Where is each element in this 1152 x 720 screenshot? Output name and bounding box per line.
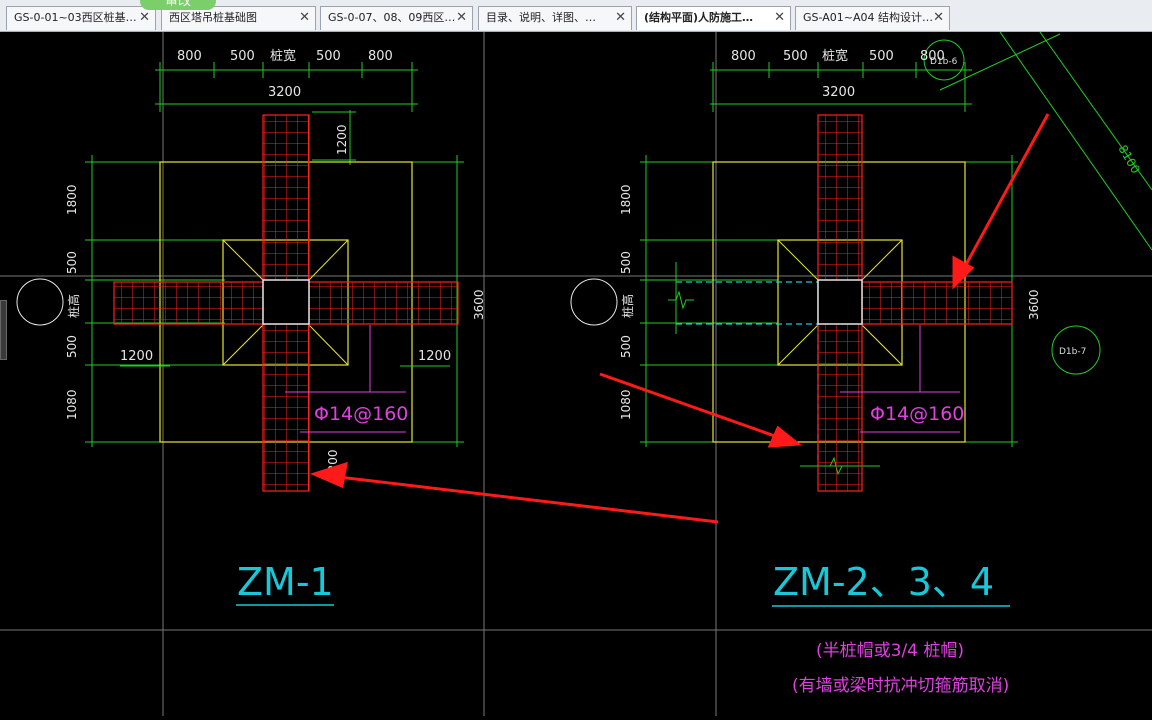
dim-total-height: 3600 [472,289,486,320]
detail-zm1: 800 500 桩宽 500 800 3200 1200 1800 500 桩高… [16,48,486,606]
dim-left-1: 1800 [619,184,633,215]
tab-label: (结构平面)人防施工… [644,11,754,24]
axis-tag-d1b7: D1b-7 [1059,347,1086,357]
dim-top-5: 800 [368,49,393,64]
dim-top-ext: 1200 [335,124,349,155]
dim-top-2: 500 [230,49,255,64]
dim-left-5: 1080 [65,389,79,420]
detail-zm234: 800 500 桩宽 500 800 3200 1800 500 桩高 500 … [570,48,1041,696]
rebar-horizontal [861,281,1013,325]
wall-outline [676,281,819,466]
detail-title: ZM-1 [237,560,334,604]
dim-left-2: 500 [65,251,79,274]
cad-canvas[interactable]: 8100 D1b-6 D1b-7 800 500 桩宽 500 800 3200… [0,31,1152,716]
axis-diagonals [939,31,1152,251]
dim-side-right: 1200 [418,349,451,364]
tab-label: 西区塔吊桩基础图 [169,11,257,24]
dim-left-3: 桩高 [66,294,81,318]
tab-label: GS-0-01~03西区桩基… [14,11,137,24]
close-icon[interactable]: ✕ [456,7,467,29]
pile-center [817,279,863,325]
dim-total-height: 3600 [1027,289,1041,320]
rebar-spec: Φ14@160 [870,403,964,425]
dim-top-5: 800 [920,49,945,64]
tab-civil-defense[interactable]: (结构平面)人防施工… ✕ [636,6,791,30]
detail-title: ZM-2、3、4 [773,560,994,604]
note-half-cap: (半桩帽或3/4 桩帽) [816,641,964,661]
drawing-svg: 8100 D1b-6 D1b-7 800 500 桩宽 500 800 3200… [0,31,1152,716]
dim-left-5: 1080 [619,389,633,420]
dim-top-1: 800 [731,49,756,64]
dim-left-1: 1800 [65,184,79,215]
note-wall: (有墙或梁时抗冲切箍筋取消) [792,676,1009,696]
dim-left-2: 500 [619,251,633,274]
close-icon[interactable]: ✕ [299,7,310,29]
pile-circle [570,278,618,326]
tab-bar: GS-0-01~03西区桩基… ✕ 西区塔吊桩基础图 ✕ GS-0-07、08、… [0,0,1152,32]
pile-center [262,279,310,325]
pile-circle [16,278,64,326]
close-icon[interactable]: ✕ [139,7,150,29]
close-icon[interactable]: ✕ [933,7,944,29]
tab-label: 目录、说明、详图、… [486,11,596,24]
dim-left-4: 500 [619,335,633,358]
panel-resize-handle[interactable] [0,300,7,360]
dim-total-width: 3200 [268,85,301,100]
slant-dim: 8100 [1115,143,1142,176]
close-icon[interactable]: ✕ [774,7,785,29]
dim-total-width: 3200 [822,85,855,100]
review-button[interactable]: 审改 [140,0,216,10]
dim-top-4: 500 [869,49,894,64]
close-icon[interactable]: ✕ [615,7,626,29]
dim-top-1: 800 [177,49,202,64]
reference-lines [0,32,1152,716]
tab-label: GS-0-07、08、09西区… [328,11,456,24]
dim-top-3: 桩宽 [822,48,848,64]
dim-left-3: 桩高 [620,294,635,318]
dim-top-2: 500 [783,49,808,64]
tab-gs-0-07[interactable]: GS-0-07、08、09西区… ✕ [320,6,473,30]
tab-gs-0-01[interactable]: GS-0-01~03西区桩基… ✕ [6,6,156,30]
dim-top-3: 桩宽 [270,48,296,64]
tab-label: GS-A01~A04 结构设计… [803,11,933,24]
tab-contents[interactable]: 目录、说明、详图、… ✕ [478,6,632,30]
tab-gs-a01[interactable]: GS-A01~A04 结构设计… ✕ [795,6,950,30]
dim-top-4: 500 [316,49,341,64]
dim-side-left: 1200 [120,349,153,364]
rebar-spec: Φ14@160 [314,403,408,425]
dim-left-4: 500 [65,335,79,358]
